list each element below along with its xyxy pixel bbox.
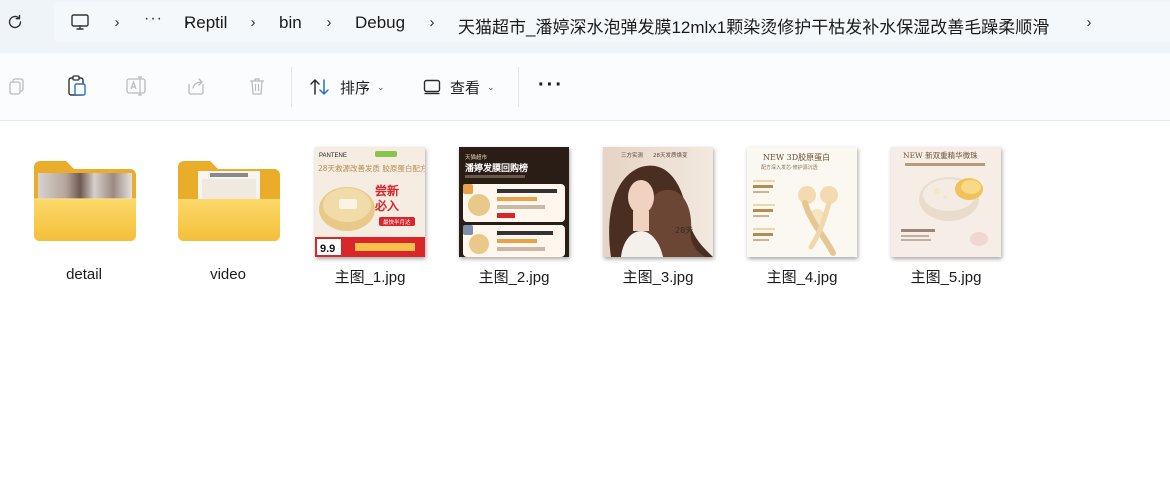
file-name: 主图_3.jpg [622,269,694,286]
folder-item-video[interactable]: video [162,134,294,283]
refresh-button[interactable] [4,11,26,33]
view-label: 查看 [450,79,481,97]
view-menu-button[interactable]: 查看 ⌄ [423,73,495,101]
rename-icon [126,76,146,96]
chevron-down-icon: ⌄ [377,81,385,92]
command-bar: 排序 ⌄ 查看 ⌄ ··· [0,53,1170,121]
image-thumbnail: 三方实测 28天发质焕变 28天 [603,147,713,257]
image-file-item[interactable]: NEW 新双重精华微珠 主图_5.jpg [880,134,1012,286]
folder-item-detail[interactable]: detail [18,134,150,283]
thumb-tag: 最快半月达 [383,218,411,226]
chevron-right-icon[interactable]: › [247,13,259,31]
thumb-badge-1: 尝新 [375,183,399,198]
image-file-item[interactable]: 天猫超市 潘婷发膜回购榜 主图_2.jpg [448,134,580,286]
chevron-right-icon[interactable]: › [111,13,123,31]
copy-icon [9,78,24,95]
breadcrumb-current-folder[interactable]: 天猫超市_潘婷深水泡弹发膜12mlx1颗染烫修护干枯发补水保湿改善毛躁柔顺滑 [458,13,1049,38]
thumb-days: 28天 [675,226,693,235]
breadcrumb-reptil[interactable]: Reptil [184,13,227,33]
thumb-price: 9.9 [320,243,335,255]
more-options-button[interactable]: ··· [538,75,564,95]
file-name: video [210,266,246,283]
chevron-right-icon[interactable]: › [1083,13,1095,31]
thumb-headline: 28天救源改善发质 胶原蛋白配方 [318,163,425,173]
file-list: detail video PANTENE 28天救源改善发质 胶原蛋白配方 尝新… [0,122,1170,495]
thumb-title: 潘婷发膜回购榜 [465,162,528,174]
image-file-item[interactable]: 三方实测 28天发质焕变 28天 主图_3.jpg [592,134,724,286]
thumb-brand: PANTENE [319,153,347,159]
image-file-item[interactable]: PANTENE 28天救源改善发质 胶原蛋白配方 尝新 必入 最快半月达 9.9… [304,134,436,286]
breadcrumb-debug[interactable]: Debug [355,13,405,33]
view-icon [423,79,441,95]
chevron-down-icon: ⌄ [487,81,495,92]
thumb-store: 天猫超市 [465,153,488,161]
image-thumbnail: NEW 3D胶原蛋白 配方深入发芯·修护源沉透 [747,147,857,257]
address-bar-row: › ··· › Reptil › bin › Debug › 天猫超市_潘婷深水… [0,0,1170,53]
breadcrumb-overflow-button[interactable]: ··· [144,10,163,28]
file-name: detail [66,266,102,283]
toolbar-divider [518,67,519,107]
rename-button[interactable] [126,75,148,97]
paste-icon [68,75,86,96]
image-thumbnail: 天猫超市 潘婷发膜回购榜 [459,147,569,257]
folder-icon [34,161,136,241]
file-name: 主图_2.jpg [478,269,550,286]
thumb-badge-2: 必入 [374,198,399,213]
thumb-sub: 配方深入发芯·修护源沉透 [761,164,818,171]
share-icon [188,78,204,95]
file-name: 主图_5.jpg [910,269,982,286]
image-thumbnail: PANTENE 28天救源改善发质 胶原蛋白配方 尝新 必入 最快半月达 9.9 [315,147,425,257]
thumb-title: NEW 新双重精华微珠 [903,150,978,160]
refresh-icon [8,14,22,29]
image-thumbnail: NEW 新双重精华微珠 [891,147,1001,257]
image-file-item[interactable]: NEW 3D胶原蛋白 配方深入发芯·修护源沉透 主图_4.jpg [736,134,868,286]
address-box[interactable]: › ··· › Reptil › bin › Debug › 天猫超市_潘婷深水… [54,2,1170,42]
thumb-tag-2: 28天发质焕变 [653,151,688,159]
file-name: 主图_4.jpg [766,269,838,286]
copy-button[interactable] [6,75,28,97]
trash-icon [250,78,264,95]
this-pc-icon[interactable] [70,12,90,32]
share-button[interactable] [186,75,208,97]
chevron-right-icon[interactable]: › [426,13,438,31]
sort-menu-button[interactable]: 排序 ⌄ [309,73,385,101]
sort-icon [310,79,329,95]
file-name: 主图_1.jpg [334,269,406,286]
thumb-title: NEW 3D胶原蛋白 [763,152,830,162]
delete-button[interactable] [246,75,268,97]
folder-icon [178,161,280,241]
chevron-right-icon[interactable]: › [323,13,335,31]
thumb-tag-1: 三方实测 [621,151,644,159]
paste-button[interactable] [66,75,88,97]
toolbar-divider [291,67,292,107]
sort-label: 排序 [340,79,371,97]
breadcrumb-bin[interactable]: bin [279,13,302,33]
